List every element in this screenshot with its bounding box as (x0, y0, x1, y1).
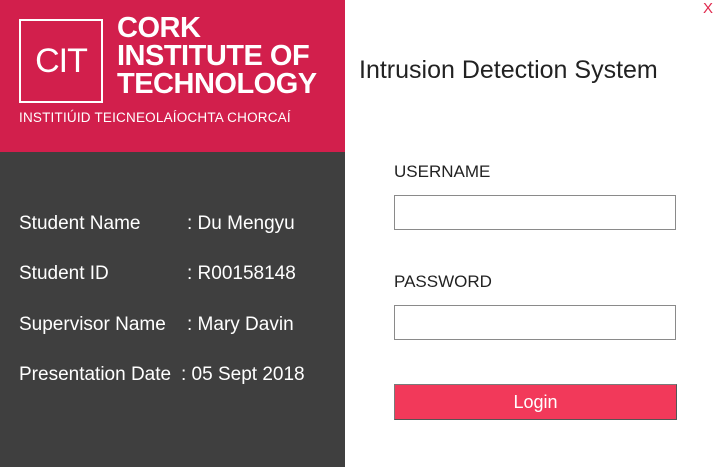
student-info-panel: Student Name : Du Mengyu Student ID : R0… (0, 152, 345, 467)
cit-logo-mark: CIT (19, 19, 103, 103)
password-input[interactable] (394, 305, 676, 340)
institute-name-line: INSTITUTE OF (117, 40, 310, 72)
info-value: : R00158148 (187, 263, 296, 284)
info-value: : Mary Davin (187, 314, 294, 335)
info-value: : 05 Sept 2018 (181, 364, 305, 385)
app-title: Intrusion Detection System (359, 56, 658, 84)
info-label: Student Name (19, 213, 141, 234)
left-panel: CIT CORK INSTITUTE OF TECHNOLOGY INSTITI… (0, 0, 345, 467)
info-label: Presentation Date (19, 364, 172, 385)
username-label: USERNAME (394, 162, 491, 181)
password-label: PASSWORD (394, 272, 492, 291)
info-value: : Du Mengyu (187, 213, 295, 234)
username-input[interactable] (394, 195, 676, 230)
logo-abbrev: CIT (35, 41, 88, 80)
info-label: Student ID (19, 263, 109, 284)
login-button[interactable]: Login (394, 384, 677, 420)
institute-name-line: TECHNOLOGY (117, 68, 317, 100)
logo-banner: CIT CORK INSTITUTE OF TECHNOLOGY INSTITI… (0, 0, 345, 152)
info-label: Supervisor Name (19, 314, 166, 335)
institute-irish-name: INSTITIÚID TEICNEOLAÍOCHTA CHORCAÍ (19, 110, 291, 125)
close-icon[interactable]: X (700, 0, 716, 18)
institute-name-line: CORK (117, 12, 201, 44)
institute-name: CORK INSTITUTE OF TECHNOLOGY (117, 12, 339, 100)
